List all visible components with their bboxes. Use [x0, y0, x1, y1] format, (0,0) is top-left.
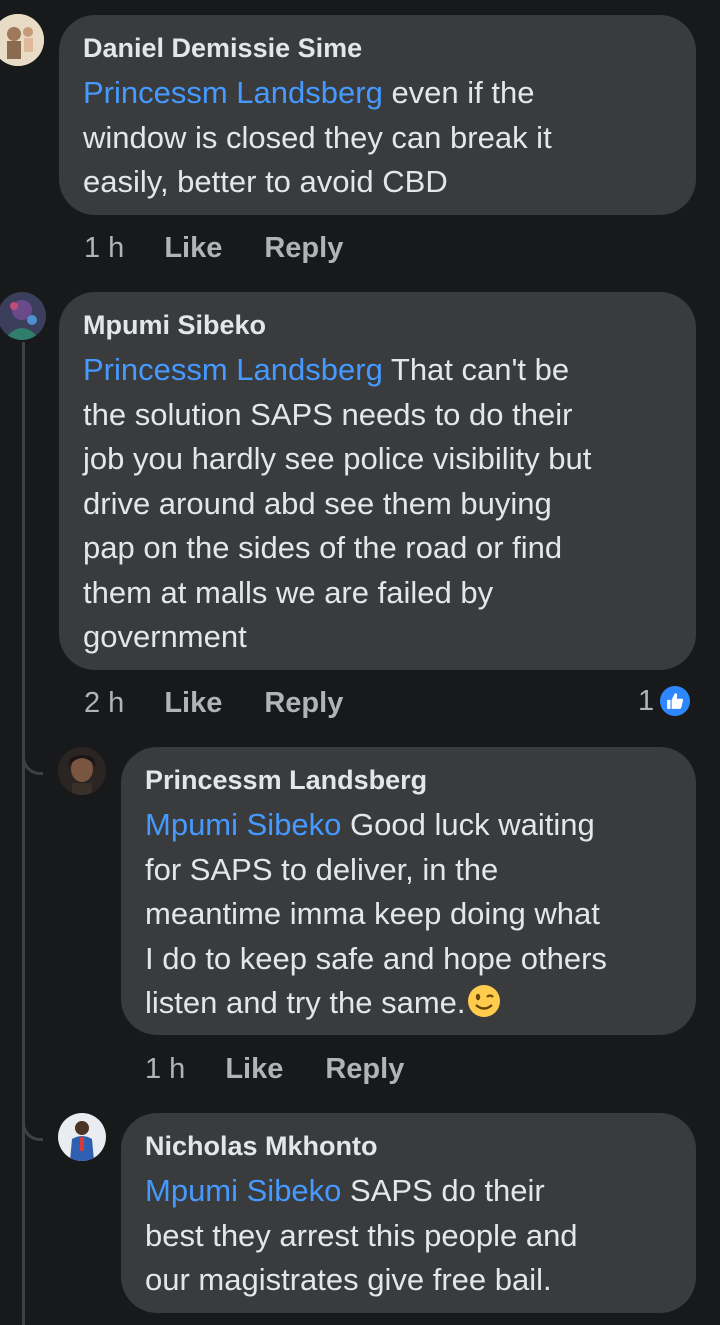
comment-text-line: Good luck waiting — [341, 807, 595, 842]
comment-actions: 2 h Like Reply — [84, 685, 343, 721]
comment-text-line: SAPS do their — [341, 1173, 545, 1208]
comment-author[interactable]: Daniel Demissie Sime — [83, 31, 672, 65]
reaction-summary[interactable]: 1 — [638, 683, 691, 719]
comment-timestamp[interactable]: 2 h — [84, 687, 124, 720]
avatar-image — [58, 1113, 106, 1161]
comment-timestamp[interactable]: 1 h — [84, 232, 124, 265]
comment-text-line: listen and try the same. — [145, 985, 466, 1020]
comment-text-line: I do to keep safe and hope others — [145, 940, 607, 976]
reply-button[interactable]: Reply — [325, 1053, 404, 1086]
comment-text-line: them at malls we are failed by — [83, 574, 494, 610]
like-button[interactable]: Like — [164, 232, 222, 265]
comment-bubble: Princessm Landsberg Mpumi Sibeko Good lu… — [121, 747, 696, 1035]
comment-text-line: easily, better to avoid CBD — [83, 164, 448, 199]
comment-text-line: even if the — [382, 75, 535, 110]
mention-link[interactable]: Mpumi Sibeko — [145, 807, 341, 842]
comment-bubble: Mpumi Sibeko Princessm Landsberg That ca… — [59, 292, 696, 670]
comment-author[interactable]: Princessm Landsberg — [145, 763, 672, 797]
avatar[interactable] — [58, 747, 106, 795]
reply-button[interactable]: Reply — [264, 687, 343, 720]
comment-text: Mpumi Sibeko SAPS do their best they arr… — [145, 1169, 672, 1303]
comment-text-line: meantime imma keep doing what — [145, 896, 600, 931]
thread-line — [22, 342, 25, 1325]
mention-link[interactable]: Mpumi Sibeko — [145, 1173, 341, 1208]
thumbs-up-icon — [660, 686, 691, 716]
comment-thread: Daniel Demissie Sime Princessm Landsberg… — [0, 0, 720, 1325]
comment-text: Mpumi Sibeko Good luck waiting for SAPS … — [145, 803, 672, 1026]
comment-text-line: job you hardly see police visibility but — [83, 441, 592, 476]
comment-text-line: government — [83, 619, 247, 654]
comment-text-line: our magistrates give free bail. — [145, 1262, 552, 1297]
comment-author[interactable]: Nicholas Mkhonto — [145, 1129, 672, 1163]
comment-text-line: window is closed they can break it — [83, 119, 552, 155]
comment-text-line: the solution SAPS needs to do their — [83, 396, 573, 432]
comment-text: Princessm Landsberg even if the window i… — [83, 71, 672, 205]
reply-button[interactable]: Reply — [264, 232, 343, 265]
like-button[interactable]: Like — [225, 1053, 283, 1086]
comment-text-line: pap on the sides of the road or find — [83, 530, 563, 565]
avatar-image — [58, 747, 106, 795]
mention-link[interactable]: Princessm Landsberg — [83, 75, 383, 110]
comment-timestamp[interactable]: 1 h — [145, 1053, 185, 1086]
avatar[interactable] — [0, 292, 46, 340]
avatar[interactable] — [58, 1113, 106, 1161]
avatar[interactable] — [0, 14, 44, 66]
thread-connector — [22, 740, 43, 775]
mention-link[interactable]: Princessm Landsberg — [83, 352, 383, 387]
like-button[interactable]: Like — [164, 687, 222, 720]
comment-text-line: drive around abd see them buying — [83, 485, 552, 521]
comment-text: Princessm Landsberg That can't be the so… — [83, 348, 672, 660]
comment-actions: 1 h Like Reply — [145, 1051, 404, 1087]
comment-bubble: Daniel Demissie Sime Princessm Landsberg… — [59, 15, 696, 215]
comment-text-line: for SAPS to deliver, in the — [145, 851, 499, 887]
comment-author[interactable]: Mpumi Sibeko — [83, 308, 672, 342]
comment-actions: 1 h Like Reply — [84, 230, 343, 266]
comment-text-line: best they arrest this people and — [145, 1217, 578, 1253]
comment-bubble: Nicholas Mkhonto Mpumi Sibeko SAPS do th… — [121, 1113, 696, 1313]
avatar-image — [0, 292, 46, 340]
avatar-image — [0, 14, 44, 66]
comment-text-line: That can't be — [382, 352, 570, 387]
wink-emoji-icon — [466, 983, 502, 1019]
reaction-count: 1 — [638, 684, 655, 717]
thread-connector — [22, 1106, 43, 1141]
